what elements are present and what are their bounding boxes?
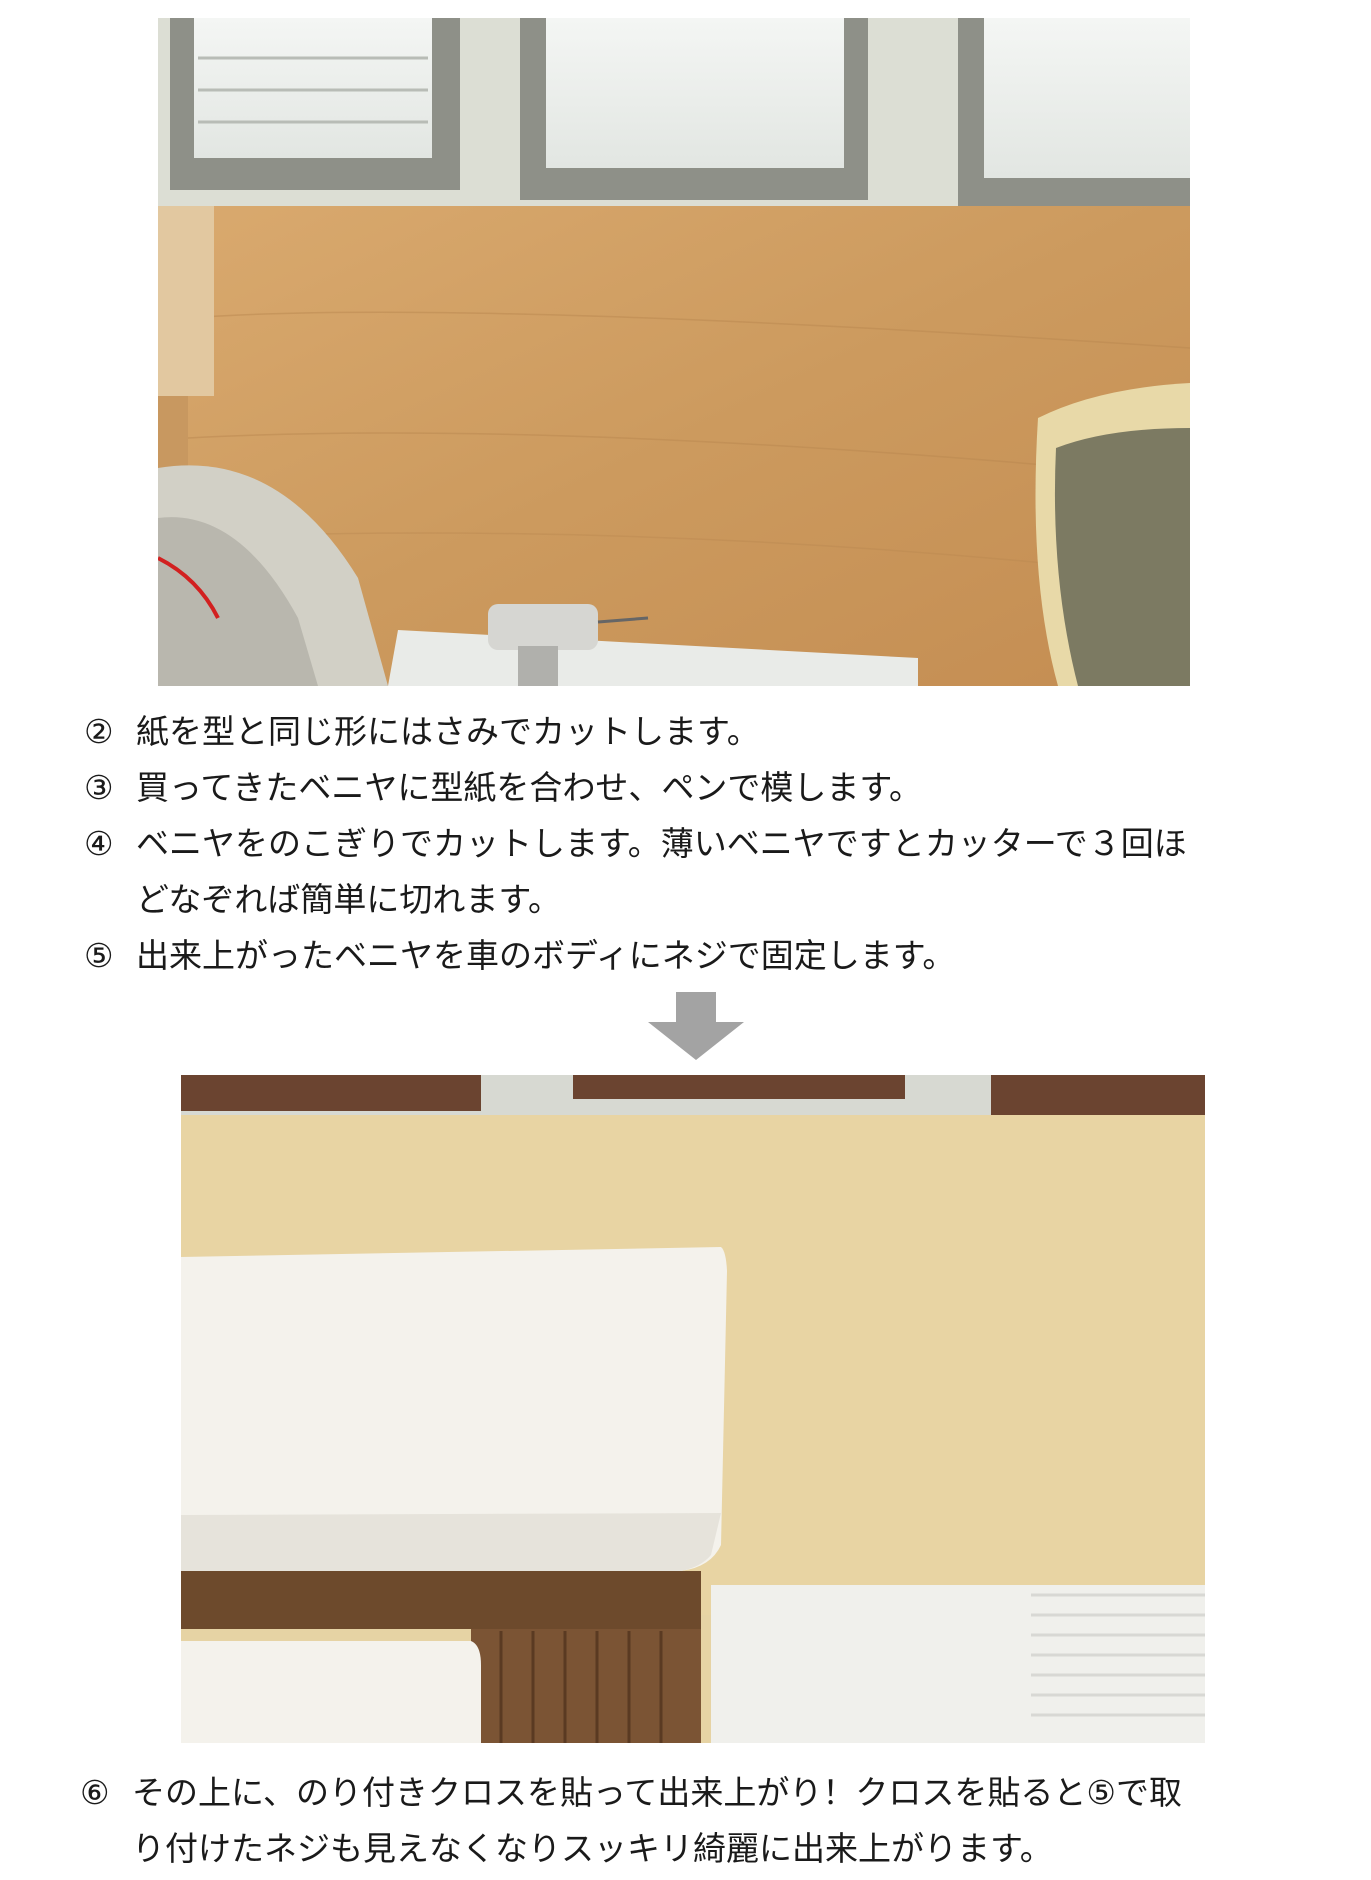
step-6-continuation: り付けたネジも見えなくなりスッキリ綺麗に出来上がります。 <box>132 1829 1053 1868</box>
arrow-down-icon <box>648 992 744 1060</box>
step-4-text: ベニヤをのこぎりでカットします。薄いベニヤですとカッターで３回ほ <box>136 824 1187 863</box>
step-5-text: 出来上がったベニヤを車のボディにネジで固定します。 <box>136 936 956 975</box>
step-3-number: ③ <box>84 768 114 807</box>
photo-plywood-install <box>158 18 1190 686</box>
step-4-continuation: どなぞれば簡単に切れます。 <box>136 880 562 919</box>
step-4-number: ④ <box>84 824 114 863</box>
photo-finished-wall <box>181 1075 1205 1743</box>
step-6: ⑥ その上に、のり付きクロスを貼って出来上がり！クロスを貼ると⑤で取 <box>80 1766 1182 1820</box>
step-5-number: ⑤ <box>84 936 114 975</box>
step-3-text: 買ってきたベニヤに型紙を合わせ、ペンで模します。 <box>136 768 923 807</box>
step-2-number: ② <box>84 712 114 751</box>
step-2-text: 紙を型と同じ形にはさみでカットします。 <box>136 712 760 751</box>
step-6-number: ⑥ <box>80 1773 110 1812</box>
step-3: ③ 買ってきたベニヤに型紙を合わせ、ペンで模します。 <box>84 761 922 815</box>
step-6-text: その上に、のり付きクロスを貼って出来上がり！クロスを貼ると⑤で取 <box>132 1773 1182 1812</box>
step-2: ② 紙を型と同じ形にはさみでカットします。 <box>84 705 760 759</box>
step-4: ④ ベニヤをのこぎりでカットします。薄いベニヤですとカッターで３回ほ <box>84 817 1187 871</box>
step-5: ⑤ 出来上がったベニヤを車のボディにネジで固定します。 <box>84 929 955 983</box>
